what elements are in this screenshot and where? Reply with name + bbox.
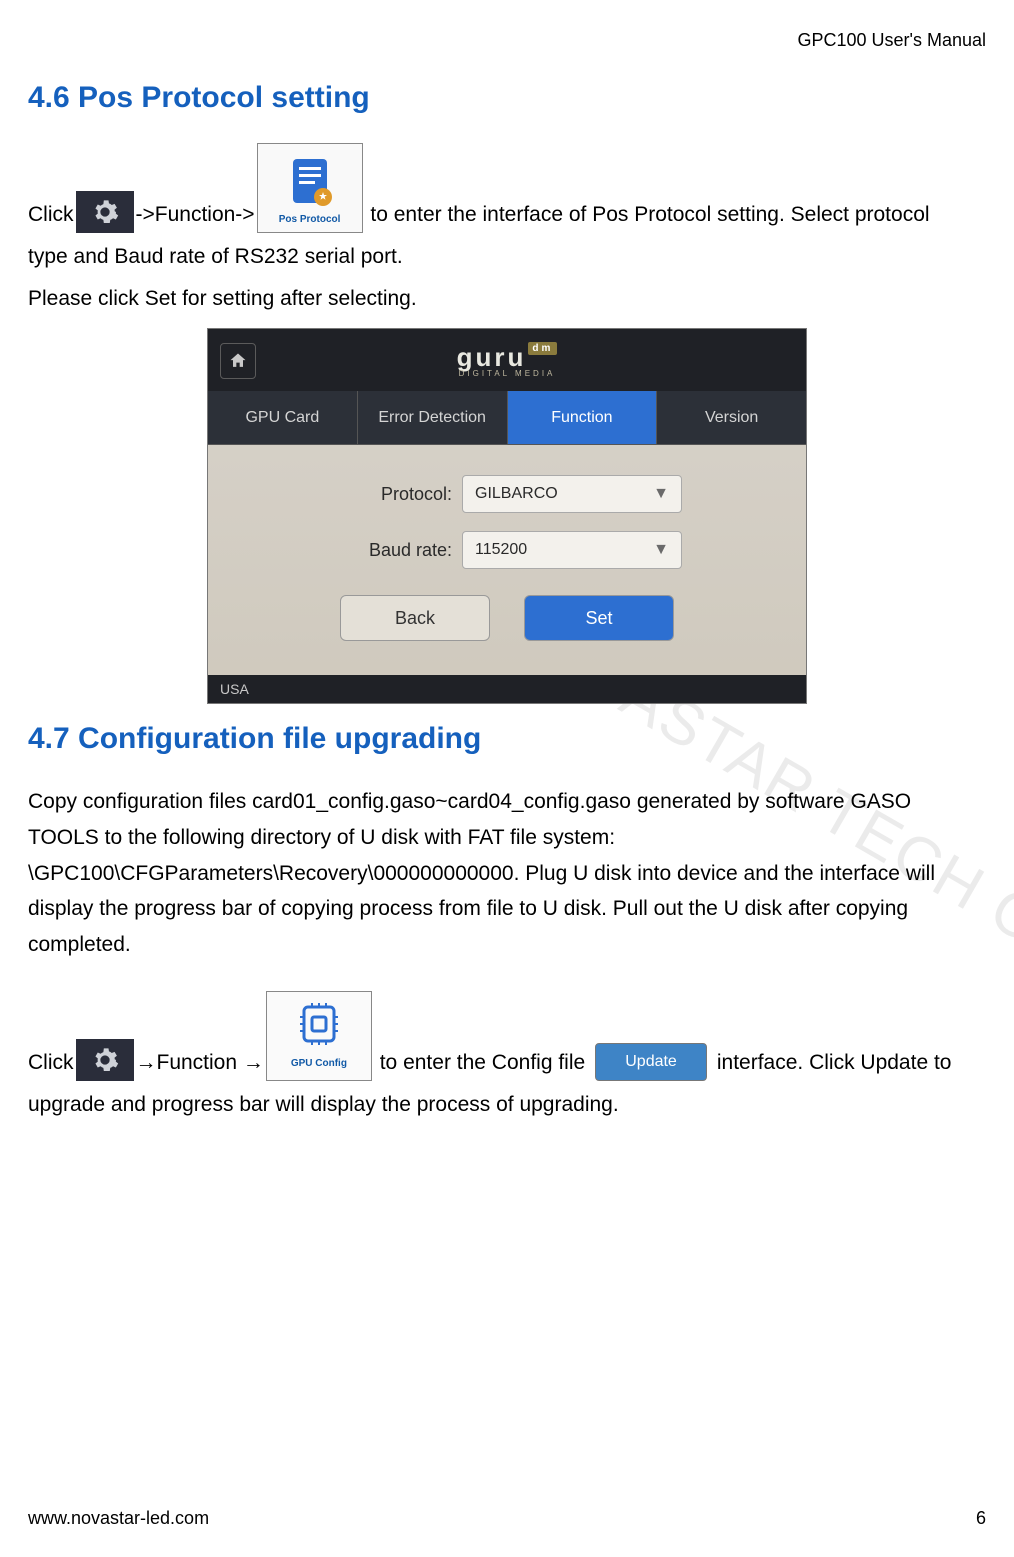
- device-topbar: gurudm DIGITAL MEDIA: [208, 329, 806, 391]
- device-screenshot: gurudm DIGITAL MEDIA GPU Card Error Dete…: [207, 328, 807, 704]
- section-4-6-line-1: Click ->Function-> Pos Protocol to enter…: [28, 143, 986, 233]
- tab-gpu-card[interactable]: GPU Card: [208, 391, 358, 444]
- section-4-6-line-3: Please click Set for setting after selec…: [28, 281, 986, 317]
- section-4-7-last-line: upgrade and progress bar will display th…: [28, 1087, 986, 1123]
- tab-version[interactable]: Version: [657, 391, 806, 444]
- baud-value: 115200: [475, 541, 527, 559]
- text-rest-1: to enter the interface of Pos Protocol s…: [365, 197, 930, 233]
- chevron-down-icon: ▼: [653, 541, 669, 559]
- baud-dropdown[interactable]: 115200 ▼: [462, 531, 682, 569]
- text-arrow-function: ->Function->: [136, 197, 255, 233]
- doc-header-title: GPC100 User's Manual: [28, 30, 986, 51]
- brand-subtitle: DIGITAL MEDIA: [457, 369, 558, 378]
- footer-page-number: 6: [976, 1508, 986, 1529]
- set-button[interactable]: Set: [524, 595, 674, 641]
- tab-error-detection[interactable]: Error Detection: [358, 391, 508, 444]
- home-icon[interactable]: [220, 343, 256, 379]
- brand-name: guru: [457, 342, 527, 372]
- chevron-down-icon: ▼: [653, 485, 669, 503]
- device-footer-region: USA: [208, 675, 806, 703]
- update-button-inline: Update: [595, 1043, 707, 1081]
- text-click-2: Click: [28, 1045, 74, 1081]
- text-arrow-function-2: →Function →: [136, 1045, 264, 1081]
- settings-gear-icon: [76, 191, 134, 233]
- section-4-7-heading: 4.7 Configuration file upgrading: [28, 722, 986, 756]
- pos-protocol-label: Pos Protocol: [279, 211, 341, 228]
- text-config-file: to enter the Config file: [374, 1045, 591, 1081]
- device-tabs: GPU Card Error Detection Function Versio…: [208, 391, 806, 445]
- protocol-label: Protocol:: [332, 484, 452, 505]
- pos-protocol-icon: Pos Protocol: [257, 143, 363, 233]
- section-4-6-line-2: type and Baud rate of RS232 serial port.: [28, 239, 986, 275]
- settings-gear-icon: [76, 1039, 134, 1081]
- text-interface-click: interface. Click Update to: [711, 1045, 951, 1081]
- device-form: Protocol: GILBARCO ▼ Baud rate: 115200 ▼…: [208, 445, 806, 675]
- back-button[interactable]: Back: [340, 595, 490, 641]
- text-click: Click: [28, 197, 74, 233]
- baud-label: Baud rate:: [332, 540, 452, 561]
- protocol-dropdown[interactable]: GILBARCO ▼: [462, 475, 682, 513]
- brand-logo: gurudm DIGITAL MEDIA: [457, 342, 558, 378]
- section-4-6-heading: 4.6 Pos Protocol setting: [28, 81, 986, 115]
- footer-url: www.novastar-led.com: [28, 1508, 209, 1529]
- gpu-config-label: GPU Config: [291, 1055, 347, 1072]
- section-4-7-click-line: Click →Function →: [28, 991, 986, 1081]
- gpu-config-icon: GPU Config: [266, 991, 372, 1081]
- tab-function[interactable]: Function: [508, 391, 658, 444]
- section-4-7-para: Copy configuration files card01_config.g…: [28, 784, 986, 962]
- protocol-value: GILBARCO: [475, 485, 558, 503]
- brand-badge: dm: [528, 342, 557, 355]
